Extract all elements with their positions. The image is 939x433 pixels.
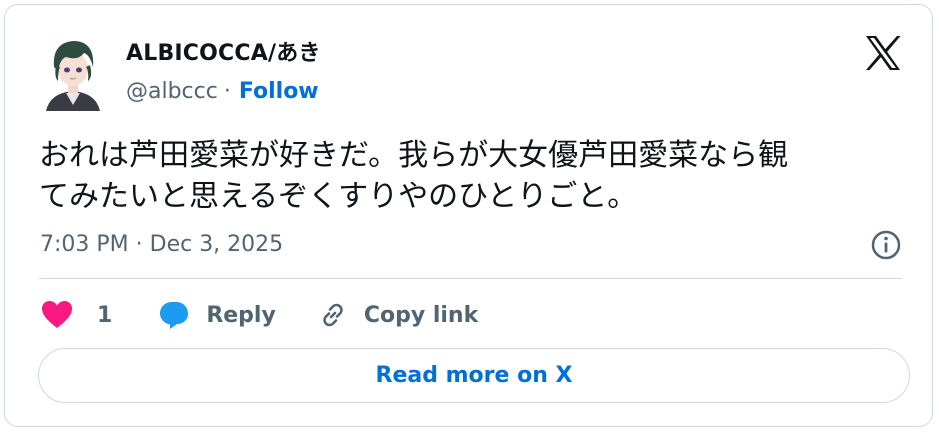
tweet-text-line: てみたいと思えるぞくすりやのひとりごと。	[39, 179, 638, 214]
link-icon	[323, 303, 343, 327]
author-handle-row: @albccc · Follow	[126, 79, 319, 104]
reply-label: Reply	[206, 302, 276, 328]
author-name[interactable]: ALBICOCCA/あき	[126, 35, 321, 67]
copy-link-label: Copy link	[363, 302, 479, 328]
reply-button[interactable]: Reply	[158, 300, 276, 330]
action-bar: 1 Reply Copy link	[41, 295, 478, 335]
tweet-timestamp[interactable]: 7:03 PM · Dec 3, 2025	[40, 232, 283, 257]
heart-icon	[42, 301, 72, 328]
x-logo-icon[interactable]	[864, 35, 902, 71]
avatar[interactable]	[40, 31, 106, 111]
divider	[39, 278, 902, 279]
reply-bubble-icon	[160, 302, 189, 329]
read-more-button[interactable]: Read more on X	[38, 348, 910, 403]
embedded-tweet-card: ALBICOCCA/あき @albccc · Follow おれは芦田愛菜が好き…	[4, 4, 933, 427]
separator-dot: ·	[223, 79, 231, 104]
follow-button[interactable]: Follow	[239, 79, 319, 104]
copy-link-button[interactable]: Copy link	[318, 300, 478, 330]
tweet-text: おれは芦田愛菜が好きだ。我らが大女優芦田愛菜なら観 てみたいと思えるぞくすりやの…	[39, 135, 909, 217]
info-icon[interactable]	[870, 229, 902, 261]
author-handle[interactable]: @albccc	[126, 79, 218, 104]
tweet-text-line: おれは芦田愛菜が好きだ。我らが大女優芦田愛菜なら観	[39, 138, 789, 173]
like-button[interactable]: 1	[41, 300, 112, 330]
like-count: 1	[97, 302, 113, 328]
